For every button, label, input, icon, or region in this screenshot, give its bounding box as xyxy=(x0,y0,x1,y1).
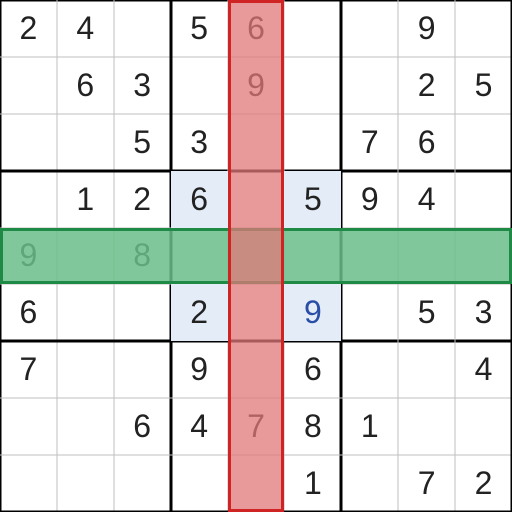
cell-r2-c1[interactable] xyxy=(57,114,114,171)
cell-r7-c5[interactable]: 8 xyxy=(284,398,341,455)
cell-r3-c2[interactable]: 2 xyxy=(114,171,171,228)
cell-r5-c7[interactable]: 5 xyxy=(398,284,455,341)
cell-r8-c4[interactable] xyxy=(228,455,285,512)
cell-r3-c7[interactable]: 4 xyxy=(398,171,455,228)
cell-r4-c7[interactable] xyxy=(398,228,455,285)
cell-r7-c3[interactable]: 4 xyxy=(171,398,228,455)
cell-r4-c5[interactable] xyxy=(284,228,341,285)
cell-r7-c6[interactable]: 1 xyxy=(341,398,398,455)
cell-r8-c6[interactable] xyxy=(341,455,398,512)
cell-r7-c4[interactable]: 7 xyxy=(228,398,285,455)
cell-r2-c5[interactable] xyxy=(284,114,341,171)
cell-r4-c8[interactable] xyxy=(455,228,512,285)
cell-r8-c8[interactable]: 2 xyxy=(455,455,512,512)
cell-r2-c7[interactable]: 6 xyxy=(398,114,455,171)
cell-r8-c7[interactable]: 7 xyxy=(398,455,455,512)
cell-r2-c3[interactable]: 3 xyxy=(171,114,228,171)
cell-r0-c3[interactable]: 5 xyxy=(171,0,228,57)
cell-r7-c8[interactable] xyxy=(455,398,512,455)
cell-r1-c7[interactable]: 2 xyxy=(398,57,455,114)
cell-r5-c8[interactable]: 3 xyxy=(455,284,512,341)
cell-r0-c7[interactable]: 9 xyxy=(398,0,455,57)
cell-r2-c0[interactable] xyxy=(0,114,57,171)
cell-r0-c8[interactable] xyxy=(455,0,512,57)
cell-r1-c8[interactable]: 5 xyxy=(455,57,512,114)
cell-r7-c2[interactable]: 6 xyxy=(114,398,171,455)
cell-r1-c6[interactable] xyxy=(341,57,398,114)
cell-r6-c4[interactable] xyxy=(228,341,285,398)
cell-r5-c6[interactable] xyxy=(341,284,398,341)
cell-r0-c5[interactable] xyxy=(284,0,341,57)
cell-r3-c8[interactable] xyxy=(455,171,512,228)
cells-layer: 245696392553761265949862953796464781172 xyxy=(0,0,512,512)
cell-r2-c6[interactable]: 7 xyxy=(341,114,398,171)
cell-r4-c3[interactable] xyxy=(171,228,228,285)
cell-r4-c0[interactable]: 9 xyxy=(0,228,57,285)
cell-r1-c1[interactable]: 6 xyxy=(57,57,114,114)
cell-r3-c6[interactable]: 9 xyxy=(341,171,398,228)
cell-r7-c1[interactable] xyxy=(57,398,114,455)
cell-r1-c3[interactable] xyxy=(171,57,228,114)
cell-r3-c4[interactable] xyxy=(228,171,285,228)
cell-r6-c8[interactable]: 4 xyxy=(455,341,512,398)
cell-r2-c2[interactable]: 5 xyxy=(114,114,171,171)
cell-r5-c1[interactable] xyxy=(57,284,114,341)
cell-r7-c0[interactable] xyxy=(0,398,57,455)
cell-r5-c0[interactable]: 6 xyxy=(0,284,57,341)
cell-r1-c4[interactable]: 9 xyxy=(228,57,285,114)
cell-r8-c0[interactable] xyxy=(0,455,57,512)
cell-r0-c1[interactable]: 4 xyxy=(57,0,114,57)
cell-r2-c4[interactable] xyxy=(228,114,285,171)
cell-r6-c6[interactable] xyxy=(341,341,398,398)
cell-r6-c1[interactable] xyxy=(57,341,114,398)
cell-r5-c5[interactable]: 9 xyxy=(284,284,341,341)
cell-r1-c5[interactable] xyxy=(284,57,341,114)
sudoku-board[interactable]: 245696392553761265949862953796464781172 xyxy=(0,0,512,512)
cell-r2-c8[interactable] xyxy=(455,114,512,171)
cell-r5-c3[interactable]: 2 xyxy=(171,284,228,341)
cell-r7-c7[interactable] xyxy=(398,398,455,455)
cell-r6-c3[interactable]: 9 xyxy=(171,341,228,398)
cell-r6-c0[interactable]: 7 xyxy=(0,341,57,398)
cell-r4-c2[interactable]: 8 xyxy=(114,228,171,285)
cell-r0-c4[interactable]: 6 xyxy=(228,0,285,57)
cell-r6-c2[interactable] xyxy=(114,341,171,398)
cell-r4-c6[interactable] xyxy=(341,228,398,285)
cell-r3-c5[interactable]: 5 xyxy=(284,171,341,228)
cell-r0-c6[interactable] xyxy=(341,0,398,57)
cell-r8-c1[interactable] xyxy=(57,455,114,512)
cell-r3-c1[interactable]: 1 xyxy=(57,171,114,228)
cell-r5-c4[interactable] xyxy=(228,284,285,341)
cell-r0-c0[interactable]: 2 xyxy=(0,0,57,57)
cell-r8-c2[interactable] xyxy=(114,455,171,512)
cell-r4-c1[interactable] xyxy=(57,228,114,285)
cell-r8-c3[interactable] xyxy=(171,455,228,512)
cell-r8-c5[interactable]: 1 xyxy=(284,455,341,512)
cell-r4-c4[interactable] xyxy=(228,228,285,285)
cell-r5-c2[interactable] xyxy=(114,284,171,341)
cell-r3-c3[interactable]: 6 xyxy=(171,171,228,228)
cell-r1-c0[interactable] xyxy=(0,57,57,114)
cell-r6-c7[interactable] xyxy=(398,341,455,398)
cell-r3-c0[interactable] xyxy=(0,171,57,228)
cell-r0-c2[interactable] xyxy=(114,0,171,57)
cell-r6-c5[interactable]: 6 xyxy=(284,341,341,398)
cell-r1-c2[interactable]: 3 xyxy=(114,57,171,114)
